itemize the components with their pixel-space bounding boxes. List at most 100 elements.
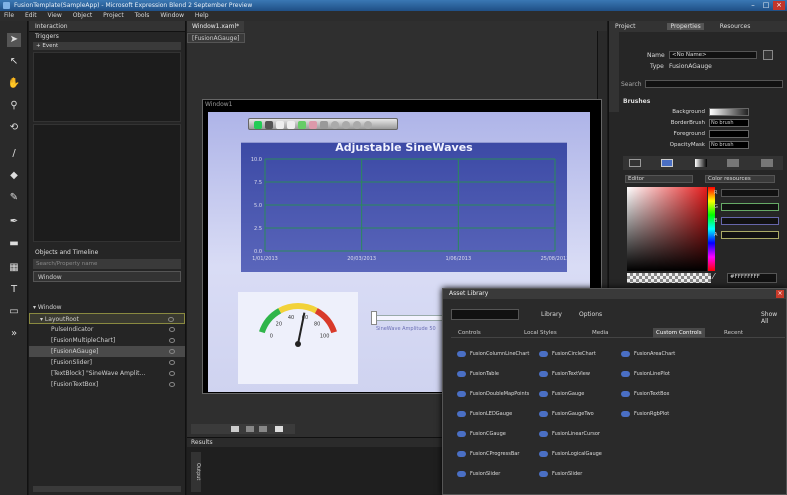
color-resources-tab[interactable]: Color resources bbox=[705, 175, 775, 183]
tab-controls[interactable]: Controls bbox=[455, 328, 484, 338]
3d-icon[interactable] bbox=[320, 121, 328, 129]
minimize-icon[interactable]: – bbox=[747, 1, 759, 10]
brush-foreground[interactable]: Foreground bbox=[625, 130, 785, 139]
grid-layout-icon[interactable]: ▦ bbox=[7, 261, 21, 275]
no-brush-icon[interactable] bbox=[629, 159, 641, 167]
asset-item[interactable]: FusionCGauge bbox=[457, 429, 506, 439]
color-picker-field[interactable] bbox=[627, 187, 707, 271]
visibility-eye-icon[interactable] bbox=[169, 338, 175, 343]
objects-search-input[interactable]: Search/Property name bbox=[33, 259, 181, 269]
pan-hand-icon[interactable]: ✋ bbox=[7, 77, 21, 91]
tree-item-slider[interactable]: [FusionSlider] bbox=[29, 357, 185, 368]
gradient-brush-icon[interactable] bbox=[695, 159, 707, 167]
green-channel[interactable]: G bbox=[714, 203, 779, 211]
visibility-eye-icon[interactable] bbox=[169, 371, 175, 376]
tab-properties[interactable]: Properties bbox=[667, 23, 704, 30]
results-output-tab[interactable]: Output bbox=[191, 452, 201, 492]
asset-item[interactable]: FusionTable bbox=[457, 369, 499, 379]
asset-item[interactable]: FusionLinearCursor bbox=[539, 429, 600, 439]
brush-opacitymask[interactable]: OpacityMask No brush bbox=[625, 141, 785, 150]
tree-item-pulseindicator[interactable]: PulseIndicator bbox=[29, 324, 185, 335]
zoom-icon[interactable]: ⚲ bbox=[7, 99, 21, 113]
tab-custom-controls[interactable]: Custom Controls bbox=[653, 328, 705, 338]
tab-media[interactable]: Media bbox=[589, 328, 612, 338]
menu-project[interactable]: Project bbox=[103, 12, 124, 19]
asset-item[interactable]: FusionTextView bbox=[539, 369, 590, 379]
visibility-eye-icon[interactable] bbox=[169, 327, 175, 332]
asset-search-input[interactable] bbox=[451, 309, 519, 320]
timeline-scrollbar[interactable] bbox=[33, 486, 181, 492]
horizontal-scrollbar[interactable] bbox=[191, 424, 295, 434]
brush-borderbrush[interactable]: BorderBrush No brush bbox=[625, 119, 785, 128]
options-dropdown[interactable]: Options bbox=[579, 311, 602, 318]
brushes-header[interactable]: Brushes bbox=[623, 97, 650, 106]
name-options-icon[interactable] bbox=[763, 50, 773, 60]
fit-icon[interactable] bbox=[246, 426, 254, 432]
blue-channel[interactable]: B bbox=[714, 217, 779, 225]
eyedropper-icon[interactable]: / bbox=[7, 147, 21, 161]
show-all-checkbox[interactable]: Show All bbox=[761, 311, 786, 325]
close-icon[interactable]: × bbox=[773, 1, 785, 10]
copy-icon[interactable] bbox=[276, 121, 284, 129]
alpha-channel[interactable]: A bbox=[714, 231, 779, 239]
amplitude-slider-thumb[interactable] bbox=[371, 311, 377, 325]
tab-local-styles[interactable]: Local Styles bbox=[521, 328, 560, 338]
close-icon[interactable]: × bbox=[776, 290, 784, 298]
tree-item-layoutroot[interactable]: ▾ LayoutRoot bbox=[29, 313, 185, 324]
objects-timeline-header[interactable]: Objects and Timeline bbox=[29, 248, 185, 257]
editor-tab[interactable]: Editor bbox=[625, 175, 693, 183]
visibility-eye-icon[interactable] bbox=[169, 360, 175, 365]
asset-item[interactable]: FusionGaugeTwo bbox=[539, 409, 594, 419]
print-icon[interactable] bbox=[265, 121, 273, 129]
pen-icon[interactable]: ✒ bbox=[7, 215, 21, 229]
menu-tools[interactable]: Tools bbox=[135, 12, 150, 19]
direct-select-icon[interactable]: ↖ bbox=[7, 55, 21, 69]
paint-bucket-icon[interactable]: ◆ bbox=[7, 169, 21, 183]
asset-item[interactable]: FusionRgbPlot bbox=[621, 409, 669, 419]
snap-icon[interactable] bbox=[275, 426, 283, 432]
visibility-eye-icon[interactable] bbox=[168, 317, 174, 322]
asset-item[interactable]: FusionGauge bbox=[539, 389, 584, 399]
asset-item[interactable]: FusionLogicalGauge bbox=[539, 449, 602, 459]
hue-slider[interactable] bbox=[708, 187, 715, 271]
visibility-eye-icon[interactable] bbox=[169, 382, 175, 387]
document-tab[interactable]: Window1.xaml* bbox=[187, 21, 245, 32]
menu-edit[interactable]: Edit bbox=[25, 12, 37, 19]
camera-orbit-icon[interactable]: ⟲ bbox=[7, 121, 21, 135]
asset-item[interactable]: FusionDoubleMapPoints bbox=[457, 389, 529, 399]
tab-resources[interactable]: Resources bbox=[720, 23, 751, 30]
tile-brush-icon[interactable] bbox=[727, 159, 739, 167]
asset-item[interactable]: FusionLEDGauge bbox=[457, 409, 512, 419]
zoom-thumb[interactable] bbox=[231, 426, 239, 432]
tree-item-window[interactable]: ▾ Window bbox=[29, 302, 185, 313]
grid-toggle-icon[interactable] bbox=[259, 426, 267, 432]
alpha-swatch[interactable] bbox=[627, 273, 711, 283]
tab-project[interactable]: Project bbox=[615, 23, 636, 30]
add-event-trigger-button[interactable]: + Event bbox=[33, 42, 181, 50]
maximize-icon[interactable]: □ bbox=[760, 1, 772, 10]
menu-file[interactable]: File bbox=[4, 12, 14, 19]
solid-brush-icon[interactable] bbox=[661, 159, 673, 167]
tree-item-textbox[interactable]: [FusionTextBox] bbox=[29, 379, 185, 390]
tree-item-textblock[interactable]: [TextBlock] "SineWave Amplit... bbox=[29, 368, 185, 379]
save-icon[interactable] bbox=[254, 121, 262, 129]
control-icon[interactable]: ▭ bbox=[7, 305, 21, 319]
red-channel[interactable]: R bbox=[714, 189, 779, 197]
brush-transform-icon[interactable]: ✎ bbox=[7, 191, 21, 205]
export-icon[interactable] bbox=[287, 121, 295, 129]
menu-view[interactable]: View bbox=[48, 12, 62, 19]
asset-library-icon[interactable]: » bbox=[7, 327, 21, 341]
asset-item[interactable]: FusionLinePlot bbox=[621, 369, 670, 379]
asset-item[interactable]: FusionColumnLineChart bbox=[457, 349, 529, 359]
tree-item-gauge[interactable]: [FusionAGauge] bbox=[29, 346, 185, 357]
rectangle-icon[interactable]: ▬ bbox=[7, 237, 21, 251]
asset-item[interactable]: FusionSlider bbox=[539, 469, 582, 479]
menu-help[interactable]: Help bbox=[195, 12, 209, 19]
asset-item[interactable]: FusionAreaChart bbox=[621, 349, 675, 359]
breadcrumb[interactable]: [FusionAGauge] bbox=[187, 33, 245, 43]
chart-type-icon[interactable] bbox=[298, 121, 306, 129]
brush-background[interactable]: Background bbox=[625, 108, 785, 117]
scope-window-button[interactable]: Window bbox=[33, 271, 181, 282]
library-dropdown[interactable]: Library bbox=[541, 311, 562, 318]
tree-item-chart[interactable]: [FusionMultipleChart] bbox=[29, 335, 185, 346]
